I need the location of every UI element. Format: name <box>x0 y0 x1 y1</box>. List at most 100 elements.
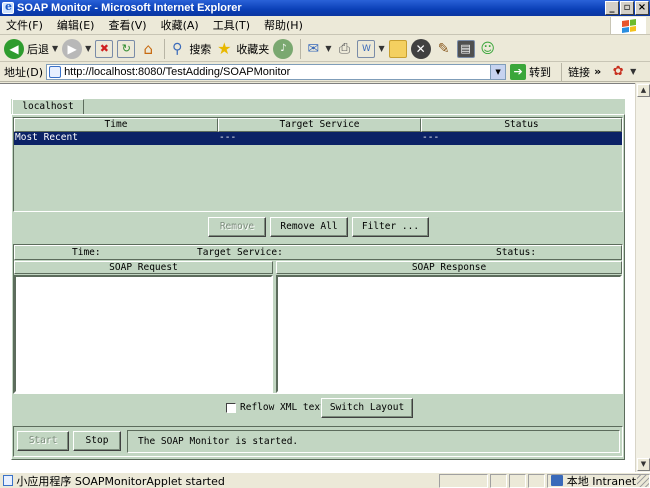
block-button[interactable]: ✕ <box>410 37 431 61</box>
filter-button[interactable]: Filter ... <box>352 217 429 237</box>
favorites-button[interactable]: ★ 收藏夹 <box>215 37 269 61</box>
soap-response-title: SOAP Response <box>276 261 622 274</box>
search-label: 搜索 <box>189 42 212 56</box>
forward-button[interactable]: ▶ ▼ <box>62 37 91 61</box>
folder-icon <box>388 39 407 58</box>
table-row[interactable]: Most Recent --- --- <box>14 132 622 145</box>
window-controls: _ ▫ × <box>605 1 649 15</box>
remove-all-button[interactable]: Remove All <box>270 217 348 237</box>
monitor-status-message: The SOAP Monitor is started. <box>127 430 620 453</box>
links-toolbar[interactable]: 链接 » ✿ ▼ <box>561 62 637 81</box>
switch-layout-button[interactable]: Switch Layout <box>321 398 413 418</box>
chevron-down-icon: ▼ <box>325 44 332 53</box>
messenger-button[interactable]: ☺ <box>479 37 497 61</box>
menu-view[interactable]: 查看(V) <box>101 17 153 33</box>
research-button[interactable]: ✎ <box>435 37 453 61</box>
document-edit-icon: W <box>357 39 376 58</box>
favorites-label: 收藏夹 <box>236 42 270 56</box>
row-status: --- <box>422 132 440 143</box>
applet-status-icon <box>3 475 14 486</box>
target-service-label: Target Service: <box>197 247 283 258</box>
back-button[interactable]: ◀ 后退 ▼ <box>4 37 58 61</box>
minimize-button[interactable]: _ <box>605 1 619 15</box>
block-x-icon: ✕ <box>410 38 431 59</box>
message-info-bar: Time: Target Service: Status: <box>14 245 622 260</box>
chevron-down-icon: ▼ <box>630 67 637 76</box>
star-icon: ★ <box>217 39 232 58</box>
home-button[interactable]: ⌂ <box>139 37 157 61</box>
security-zone: 本地 Intranet <box>546 473 650 488</box>
go-button[interactable]: ➔ 转到 <box>510 63 552 80</box>
start-button[interactable]: Start <box>17 431 69 451</box>
menu-tools[interactable]: 工具(T) <box>206 17 257 33</box>
refresh-icon: ↻ <box>117 39 136 58</box>
column-header-target-service[interactable]: Target Service <box>218 118 421 132</box>
menu-help[interactable]: 帮助(H) <box>257 17 310 33</box>
print-button[interactable]: ⎙ <box>335 37 353 61</box>
address-dropdown-icon[interactable]: ▼ <box>490 64 506 79</box>
scroll-up-icon[interactable]: ▲ <box>637 84 650 97</box>
soap-response-textarea[interactable] <box>276 275 622 393</box>
row-target-service: --- <box>219 132 237 143</box>
forward-arrow-icon: ▶ <box>62 38 83 59</box>
reflow-xml-label: Reflow XML text <box>240 402 326 413</box>
refresh-button[interactable]: ↻ <box>117 37 136 61</box>
scroll-down-icon[interactable]: ▼ <box>637 458 650 471</box>
menu-edit[interactable]: 编辑(E) <box>50 17 102 33</box>
tools-button[interactable]: ▤ <box>456 37 475 61</box>
status-text: 小应用程序 SOAPMonitorApplet started <box>16 474 225 488</box>
go-label: 转到 <box>529 65 552 79</box>
soap-request-title: SOAP Request <box>14 261 273 274</box>
menu-favorites[interactable]: 收藏(A) <box>154 17 206 33</box>
column-header-status[interactable]: Status <box>421 118 622 132</box>
ie-app-icon <box>2 0 14 14</box>
media-icon: ♪ <box>273 38 294 59</box>
home-icon: ⌂ <box>143 39 154 58</box>
links-label: 链接 <box>568 65 591 79</box>
monitor-control-panel: Start Stop The SOAP Monitor is started. <box>13 426 623 457</box>
mail-button[interactable]: ✉ ▼ <box>304 37 331 61</box>
address-input[interactable]: http://localhost:8080/TestAdding/SOAPMon… <box>46 63 507 80</box>
status-cell <box>508 473 526 488</box>
maximize-button[interactable]: ▫ <box>620 1 634 15</box>
soap-request-textarea[interactable] <box>14 275 273 393</box>
messenger-icon: ☺ <box>480 40 495 57</box>
stop-x-icon: ✖ <box>95 39 114 58</box>
links-more-icon[interactable]: » <box>594 65 601 78</box>
edit-button[interactable]: W ▼ <box>357 37 385 61</box>
standard-toolbar: ◀ 后退 ▼ ▶ ▼ ✖ ↻ ⌂ ⚲ 搜索 ★ 收藏夹 ♪ ✉ ▼ ⎙ W ▼ … <box>0 36 650 62</box>
column-header-time[interactable]: Time <box>14 118 218 132</box>
go-arrow-icon: ➔ <box>510 63 527 80</box>
soap-monitor-applet: localhost Time Target Service Status Mos… <box>11 99 625 460</box>
stop-page-button[interactable]: ✖ <box>95 37 114 61</box>
reflow-xml-option[interactable]: Reflow XML text <box>226 402 326 413</box>
search-icon: ⚲ <box>172 40 183 57</box>
row-time: Most Recent <box>15 132 78 143</box>
media-button[interactable]: ♪ <box>273 37 294 61</box>
menu-file[interactable]: 文件(F) <box>0 17 50 33</box>
status-cell <box>439 473 488 488</box>
back-label: 后退 <box>27 42 49 56</box>
printer-icon: ⎙ <box>338 40 351 57</box>
stop-button[interactable]: Stop <box>73 431 121 451</box>
tab-panel: Time Target Service Status Most Recent -… <box>11 114 625 460</box>
remove-button[interactable]: Remove <box>208 217 266 237</box>
windows-logo-icon <box>610 17 646 34</box>
toolbar-separator <box>164 38 166 59</box>
toolbar-separator <box>300 38 302 59</box>
folder-button[interactable] <box>388 37 407 61</box>
address-url[interactable]: http://localhost:8080/TestAdding/SOAPMon… <box>64 66 290 78</box>
resize-grip[interactable] <box>637 475 649 487</box>
translate-icon[interactable]: ✿ <box>609 63 627 81</box>
close-button[interactable]: × <box>635 1 649 15</box>
status-bar: 小应用程序 SOAPMonitorApplet started 本地 Intra… <box>0 472 650 488</box>
mail-icon: ✉ <box>307 40 320 57</box>
chevron-down-icon: ▼ <box>378 44 385 53</box>
menu-bar: 文件(F) 编辑(E) 查看(V) 收藏(A) 工具(T) 帮助(H) <box>0 16 650 35</box>
list-header: Time Target Service Status <box>14 118 622 132</box>
chevron-down-icon: ▼ <box>85 44 92 53</box>
tab-localhost[interactable]: localhost <box>12 99 84 115</box>
vertical-scrollbar[interactable]: ▲ ▼ <box>635 83 650 472</box>
reflow-xml-checkbox[interactable] <box>226 402 236 413</box>
search-button[interactable]: ⚲ 搜索 <box>168 37 211 61</box>
